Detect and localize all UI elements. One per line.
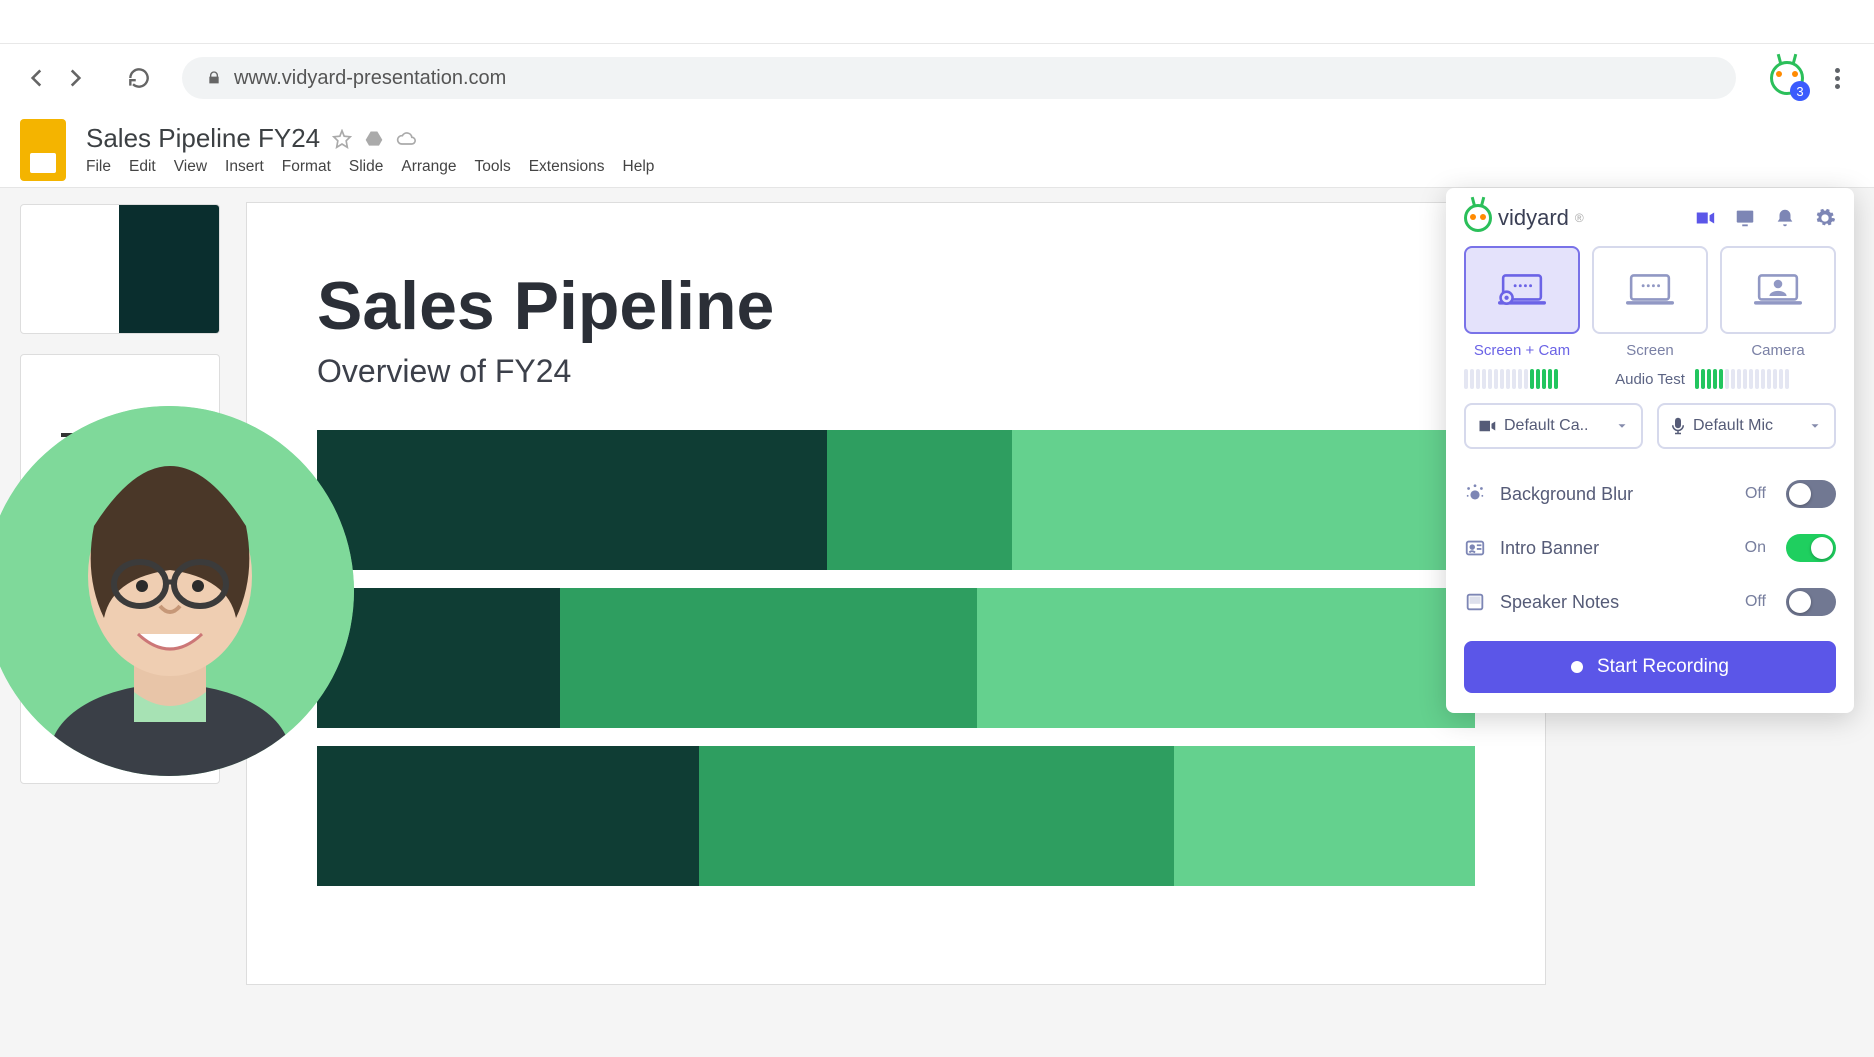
speaker-notes-label: Speaker Notes xyxy=(1500,592,1731,613)
slide-subtitle: Overview of FY24 xyxy=(317,353,1475,390)
menu-extensions[interactable]: Extensions xyxy=(529,158,605,176)
browser-menu-button[interactable] xyxy=(1818,59,1856,97)
mode-screen-cam-label: Screen + Cam xyxy=(1474,342,1570,359)
menu-slide[interactable]: Slide xyxy=(349,158,383,176)
audio-meter-left xyxy=(1464,369,1605,389)
audio-test-row: Audio Test xyxy=(1464,369,1836,389)
menu-file[interactable]: File xyxy=(86,158,111,176)
url-text: www.vidyard-presentation.com xyxy=(234,67,506,90)
vidyard-wordmark: vidyard xyxy=(1498,205,1569,231)
webcam-overlay[interactable] xyxy=(0,406,354,776)
address-bar[interactable]: www.vidyard-presentation.com xyxy=(182,57,1736,99)
audio-test-label: Audio Test xyxy=(1615,371,1685,388)
gear-icon[interactable] xyxy=(1814,207,1836,229)
menu-bar: File Edit View Insert Format Slide Arran… xyxy=(86,158,654,176)
vidyard-panel: vidyard® Screen + Cam Screen Camera xyxy=(1446,188,1854,713)
slide-title: Sales Pipeline xyxy=(317,267,1475,345)
menu-edit[interactable]: Edit xyxy=(129,158,156,176)
chart-bar-3 xyxy=(317,746,1475,886)
lock-icon xyxy=(206,70,222,86)
camera-icon xyxy=(1478,419,1496,433)
mode-screen-label: Screen xyxy=(1626,342,1674,359)
back-button[interactable] xyxy=(18,59,56,97)
star-icon[interactable] xyxy=(332,129,352,149)
intro-banner-label: Intro Banner xyxy=(1500,538,1731,559)
blur-icon xyxy=(1464,483,1486,505)
bg-blur-row: Background Blur Off xyxy=(1464,467,1836,521)
reload-button[interactable] xyxy=(120,59,158,97)
vidyard-logo: vidyard® xyxy=(1464,204,1584,232)
audio-meter-right xyxy=(1695,369,1836,389)
menu-help[interactable]: Help xyxy=(623,158,655,176)
chart-bar-1 xyxy=(317,430,1475,570)
notes-icon xyxy=(1464,591,1486,613)
menu-arrange[interactable]: Arrange xyxy=(401,158,456,176)
thumbnail-1[interactable] xyxy=(20,204,220,334)
speaker-notes-toggle[interactable] xyxy=(1786,588,1836,616)
doc-header: Sales Pipeline FY24 File Edit View Inser… xyxy=(0,112,1874,188)
intro-banner-row: Intro Banner On xyxy=(1464,521,1836,575)
camera-select-label: Default Ca.. xyxy=(1504,417,1588,435)
bg-blur-label: Background Blur xyxy=(1500,484,1731,505)
chart-bar-2 xyxy=(317,588,1475,728)
extension-badge-count: 3 xyxy=(1790,81,1810,101)
chevron-down-icon xyxy=(1615,419,1629,433)
screen-share-icon[interactable] xyxy=(1734,207,1756,229)
mode-screen-cam[interactable]: Screen + Cam xyxy=(1464,246,1580,359)
intro-banner-toggle[interactable] xyxy=(1786,534,1836,562)
intro-banner-state: On xyxy=(1745,539,1766,557)
doc-title[interactable]: Sales Pipeline FY24 xyxy=(86,123,320,154)
mode-camera[interactable]: Camera xyxy=(1720,246,1836,359)
mode-camera-label: Camera xyxy=(1751,342,1804,359)
cloud-icon[interactable] xyxy=(396,129,416,149)
mic-icon xyxy=(1671,417,1685,435)
camera-select[interactable]: Default Ca.. xyxy=(1464,403,1643,449)
speaker-notes-row: Speaker Notes Off xyxy=(1464,575,1836,629)
forward-button[interactable] xyxy=(56,59,94,97)
record-dot-icon xyxy=(1571,661,1583,673)
video-icon[interactable] xyxy=(1694,207,1716,229)
bg-blur-toggle[interactable] xyxy=(1786,480,1836,508)
menu-insert[interactable]: Insert xyxy=(225,158,264,176)
start-recording-label: Start Recording xyxy=(1597,656,1729,678)
chevron-down-icon xyxy=(1808,419,1822,433)
bell-icon[interactable] xyxy=(1774,207,1796,229)
banner-icon xyxy=(1464,537,1486,559)
vidyard-extension-icon[interactable]: 3 xyxy=(1766,57,1808,99)
slides-logo-icon[interactable] xyxy=(20,119,66,181)
bg-blur-state: Off xyxy=(1745,485,1766,503)
drive-icon[interactable] xyxy=(364,129,384,149)
start-recording-button[interactable]: Start Recording xyxy=(1464,641,1836,693)
browser-toolbar: www.vidyard-presentation.com 3 xyxy=(0,44,1874,112)
slide-canvas[interactable]: Sales Pipeline Overview of FY24 xyxy=(246,202,1546,985)
menu-tools[interactable]: Tools xyxy=(475,158,511,176)
mic-select-label: Default Mic xyxy=(1693,417,1773,435)
menu-view[interactable]: View xyxy=(174,158,207,176)
speaker-notes-state: Off xyxy=(1745,593,1766,611)
mic-select[interactable]: Default Mic xyxy=(1657,403,1836,449)
menu-format[interactable]: Format xyxy=(282,158,331,176)
mode-screen[interactable]: Screen xyxy=(1592,246,1708,359)
